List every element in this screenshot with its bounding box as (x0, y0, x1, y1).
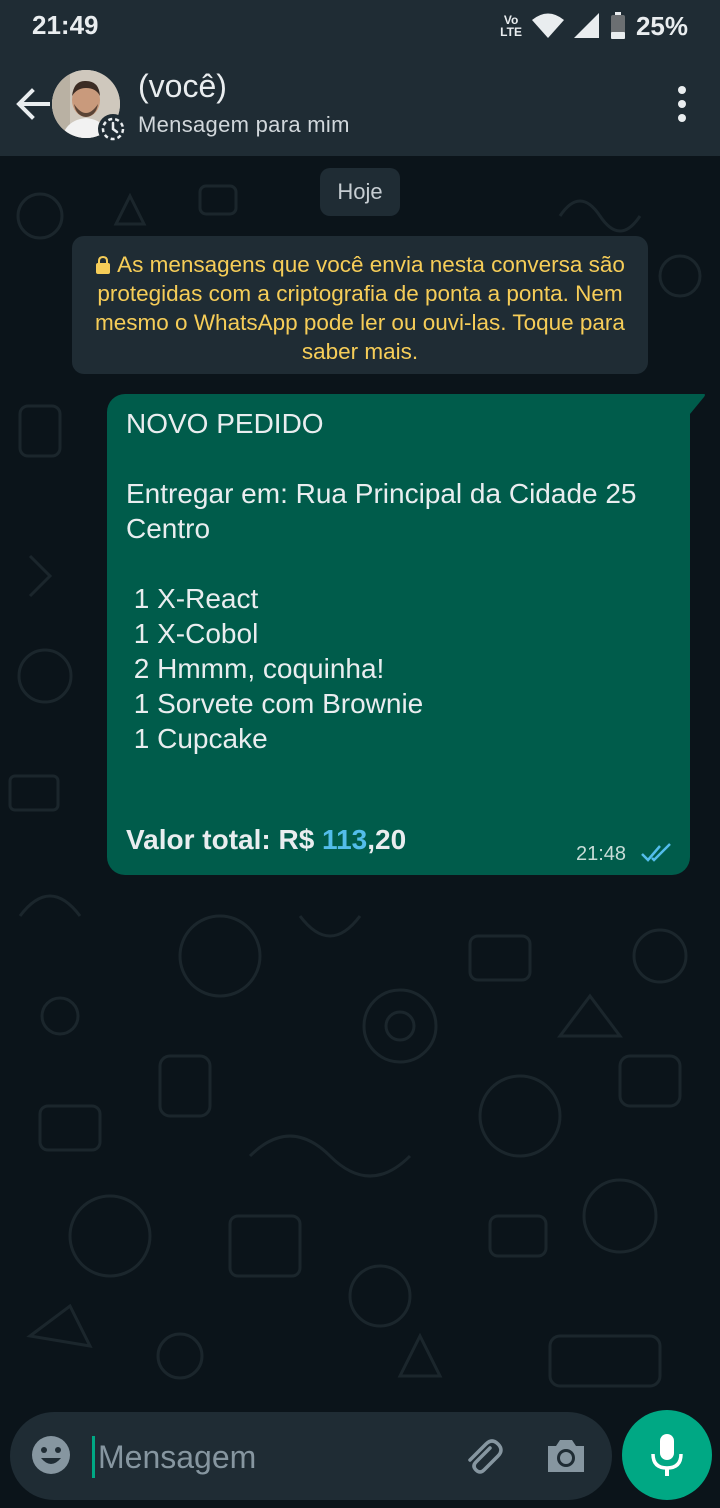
emoji-icon (32, 1436, 70, 1474)
message-input[interactable] (96, 1430, 440, 1484)
message-text: NOVO PEDIDO Entregar em: Rua Principal d… (126, 408, 637, 754)
total-decimal: ,20 (367, 824, 407, 855)
message-composer (10, 1412, 612, 1500)
attach-button[interactable] (460, 1434, 504, 1478)
more-vert-icon (678, 86, 686, 122)
status-time: 21:49 (32, 10, 99, 40)
camera-icon (548, 1440, 584, 1472)
double-check-icon (641, 843, 671, 862)
encryption-notice-text: As mensagens que você envia nesta conver… (95, 252, 625, 364)
text-caret (92, 1436, 95, 1478)
encryption-notice[interactable]: As mensagens que você envia nesta conver… (72, 236, 648, 374)
lock-icon (96, 256, 111, 274)
date-chip: Hoje (320, 168, 400, 216)
status-bar: 21:49 Vo LTE 25% (0, 0, 720, 52)
order-total: Valor total: R$ 113,20 (126, 824, 406, 856)
chat-header: (você) Mensagem para mim (0, 52, 720, 156)
contact-name[interactable]: (você) (138, 68, 227, 105)
back-arrow-icon (16, 88, 50, 120)
status-ring-icon (101, 117, 125, 141)
chat-area[interactable]: Hoje As mensagens que você envia nesta c… (0, 156, 720, 1410)
contact-subtitle[interactable]: Mensagem para mim (138, 112, 350, 138)
battery-percent: 25% (635, 10, 688, 41)
status-icons: Vo LTE 25% (500, 10, 688, 42)
back-button[interactable] (12, 82, 52, 126)
emoji-button[interactable] (30, 1434, 72, 1476)
volte-indicator: Vo LTE (500, 14, 522, 38)
more-options-button[interactable] (670, 82, 694, 126)
wifi-icon (531, 13, 564, 38)
volte-bottom-label: LTE (500, 25, 522, 39)
camera-button[interactable] (544, 1434, 588, 1478)
signal-icon (573, 13, 599, 38)
attach-icon (468, 1439, 503, 1474)
status-ring-badge (98, 114, 128, 144)
voice-message-button[interactable] (622, 1410, 712, 1500)
message-time: 21:48 (576, 843, 627, 865)
battery-icon (610, 12, 625, 39)
mic-icon (651, 1434, 683, 1476)
total-label: Valor total: R$ (126, 824, 323, 855)
total-number-link[interactable]: 113 (322, 824, 367, 855)
bubble-tail (688, 394, 705, 414)
